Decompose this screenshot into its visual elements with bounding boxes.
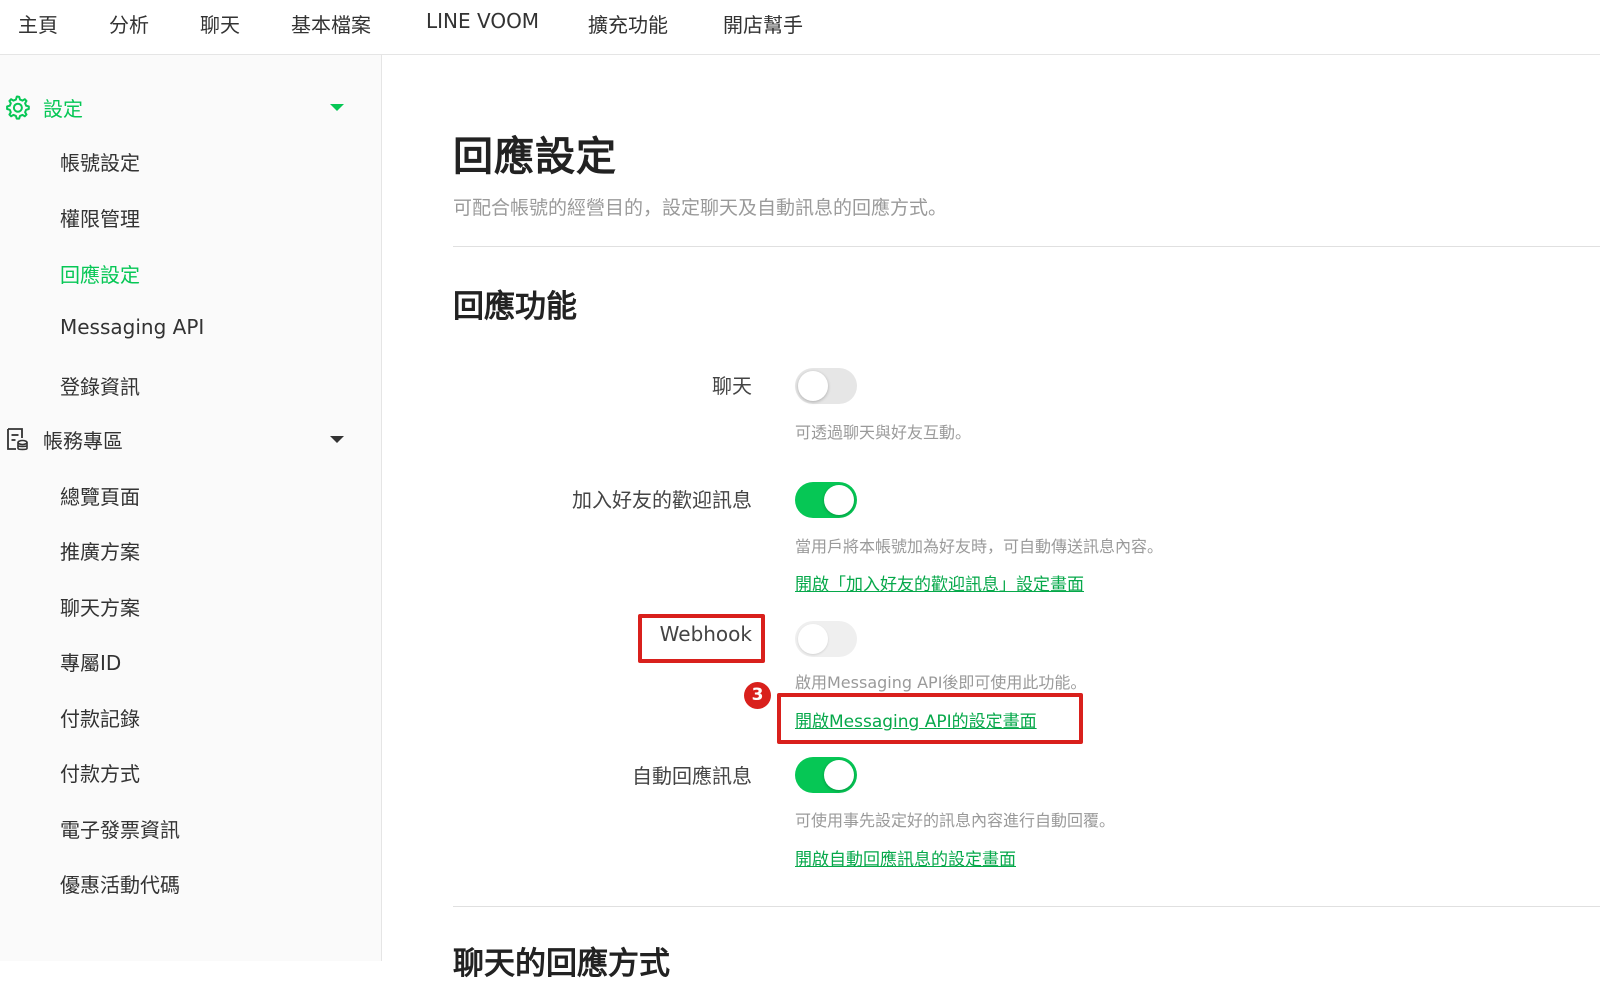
top-navigation: 主頁 分析 聊天 基本檔案 LINE VOOM 擴充功能 開店幫手 xyxy=(0,0,1600,55)
gear-icon xyxy=(3,93,31,121)
welcome-message-toggle[interactable] xyxy=(795,482,857,518)
sidebar-item-promotion-plan[interactable]: 推廣方案 xyxy=(60,536,140,565)
chevron-down-icon xyxy=(330,436,344,443)
sidebar-item-overview[interactable]: 總覽頁面 xyxy=(60,481,140,510)
webhook-toggle[interactable] xyxy=(795,621,857,657)
chat-help-text: 可透過聊天與好友互動。 xyxy=(795,423,972,442)
nav-tab-line-voom[interactable]: LINE VOOM xyxy=(426,9,539,33)
webhook-label: Webhook xyxy=(659,622,752,646)
toggle-knob xyxy=(798,624,828,654)
chevron-down-icon xyxy=(330,104,344,111)
nav-tab-analytics[interactable]: 分析 xyxy=(109,9,149,38)
nav-tab-home[interactable]: 主頁 xyxy=(18,9,58,38)
sidebar-section-settings[interactable]: 設定 xyxy=(0,85,382,129)
welcome-message-label: 加入好友的歡迎訊息 xyxy=(572,488,752,512)
auto-reply-help-text: 可使用事先設定好的訊息內容進行自動回覆。 xyxy=(795,811,1116,830)
toggle-knob xyxy=(798,371,828,401)
section-title-response-features: 回應功能 xyxy=(453,289,577,325)
page-title: 回應設定 xyxy=(453,134,617,180)
toggle-knob xyxy=(824,485,854,515)
welcome-message-help-text: 當用戶將本帳號加為好友時，可自動傳送訊息內容。 xyxy=(795,537,1164,556)
toggle-knob xyxy=(824,760,854,790)
welcome-message-settings-link[interactable]: 開啟「加入好友的歡迎訊息」設定畫面 xyxy=(795,570,1084,595)
divider xyxy=(453,906,1600,907)
sidebar-item-messaging-api[interactable]: Messaging API xyxy=(60,315,204,339)
messaging-api-settings-link[interactable]: 開啟Messaging API的設定畫面 xyxy=(795,707,1037,732)
page-description: 可配合帳號的經營目的，設定聊天及自動訊息的回應方式。 xyxy=(453,197,948,219)
sidebar-item-chat-plan[interactable]: 聊天方案 xyxy=(60,592,140,621)
sidebar-item-promo-code[interactable]: 優惠活動代碼 xyxy=(60,869,180,898)
divider xyxy=(453,246,1600,247)
sidebar-item-payment-method[interactable]: 付款方式 xyxy=(60,758,140,787)
sidebar-item-payment-history[interactable]: 付款記錄 xyxy=(60,703,140,732)
sidebar-item-response-settings[interactable]: 回應設定 xyxy=(60,259,140,288)
sidebar-item-premium-id[interactable]: 專屬ID xyxy=(60,647,121,676)
auto-reply-settings-link[interactable]: 開啟自動回應訊息的設定畫面 xyxy=(795,845,1016,870)
billing-document-icon xyxy=(3,425,31,453)
chat-toggle[interactable] xyxy=(795,368,857,404)
auto-reply-toggle[interactable] xyxy=(795,757,857,793)
nav-tab-shop-helper[interactable]: 開店幫手 xyxy=(723,9,803,38)
sidebar-item-registration-info[interactable]: 登錄資訊 xyxy=(60,371,140,400)
webhook-help-text: 啟用Messaging API後即可使用此功能。 xyxy=(795,673,1087,692)
step-number-badge: 3 xyxy=(744,682,771,709)
nav-tab-extensions[interactable]: 擴充功能 xyxy=(588,9,668,38)
sidebar-item-permissions[interactable]: 權限管理 xyxy=(60,203,140,232)
sidebar-section-label: 設定 xyxy=(43,97,83,121)
sidebar-section-label: 帳務專區 xyxy=(43,429,123,453)
nav-tab-chat[interactable]: 聊天 xyxy=(200,9,240,38)
auto-reply-label: 自動回應訊息 xyxy=(632,764,752,788)
sidebar-item-e-invoice[interactable]: 電子發票資訊 xyxy=(60,814,180,843)
sidebar-section-billing[interactable]: 帳務專區 xyxy=(0,417,382,461)
nav-tab-profile[interactable]: 基本檔案 xyxy=(291,9,371,38)
chat-label: 聊天 xyxy=(712,374,752,398)
sidebar-item-account-settings[interactable]: 帳號設定 xyxy=(60,147,140,176)
sidebar: 設定 帳號設定 權限管理 回應設定 Messaging API 登錄資訊 帳務專… xyxy=(0,55,382,961)
